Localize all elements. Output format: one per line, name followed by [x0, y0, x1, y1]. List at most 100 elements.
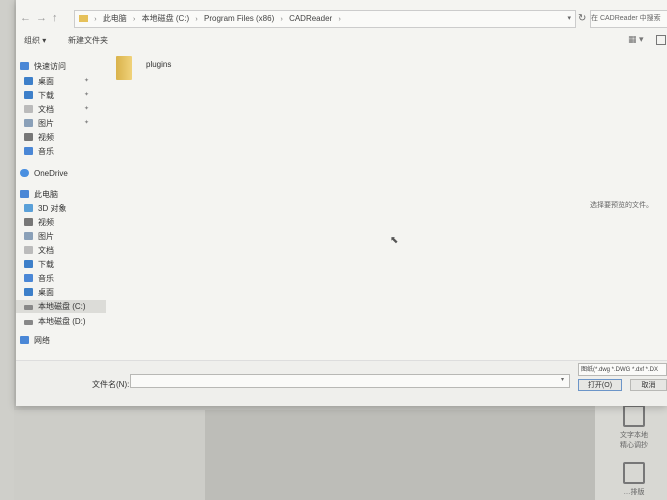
nav-label: 图片 [38, 232, 54, 241]
address-bar[interactable]: › 此电脑 › 本地磁盘 (C:) › Program Files (x86) … [74, 10, 576, 28]
nav-label: 快速访问 [34, 62, 66, 71]
breadcrumb-local-disk-c[interactable]: 本地磁盘 (C:) [142, 14, 190, 23]
forward-button[interactable]: → [36, 12, 47, 24]
new-folder-button[interactable]: 新建文件夹 [68, 35, 108, 46]
refresh-icon[interactable]: ↻ [578, 13, 586, 24]
background-tool-2[interactable]: …排版 [614, 462, 654, 497]
chevron-down-icon[interactable]: ▾ [561, 376, 564, 383]
organize-button[interactable]: 组织 ▾ [24, 35, 46, 46]
nav-label: 视频 [38, 218, 54, 227]
nav-label: 本地磁盘 (D:) [38, 317, 86, 326]
cancel-button[interactable]: 取消 [630, 379, 667, 391]
nav-item-local-disk-d[interactable]: 本地磁盘 (D:) [24, 315, 86, 328]
nav-onedrive[interactable]: OneDrive [20, 167, 68, 180]
open-button[interactable]: 打开(O) [578, 379, 622, 391]
cloud-icon [20, 169, 29, 177]
nav-label: OneDrive [34, 169, 68, 178]
drive-icon [24, 305, 33, 310]
nav-label: 桌面 [38, 77, 54, 86]
nav-item-downloads[interactable]: 下载 ✦ [24, 89, 89, 102]
nav-item-pc-pictures[interactable]: 图片 [24, 230, 54, 243]
back-button[interactable]: ← [20, 12, 31, 24]
picture-icon [24, 232, 33, 240]
picture-icon [24, 119, 33, 127]
table-icon [623, 405, 645, 427]
nav-item-music[interactable]: 音乐 [24, 145, 54, 158]
video-icon [24, 133, 33, 141]
nav-label: 音乐 [38, 274, 54, 283]
pin-icon: ✦ [84, 92, 90, 98]
nav-item-pc-documents[interactable]: 文档 [24, 244, 54, 257]
nav-this-pc[interactable]: 此电脑 [20, 188, 58, 201]
nav-item-pc-desktop[interactable]: 桌面 [24, 286, 54, 299]
file-name: plugins [146, 60, 172, 69]
up-button[interactable]: ↑ [52, 12, 58, 24]
nav-item-3d-objects[interactable]: 3D 对象 [24, 202, 66, 215]
breadcrumb-program-files[interactable]: Program Files (x86) [204, 14, 274, 23]
background-tool-1[interactable]: 文字本地 精心调抄 [614, 405, 654, 450]
nav-label: 桌面 [38, 288, 54, 297]
navigation-pane: 快速访问 桌面 ✦ 下载 ✦ 文档 ✦ 图片 ✦ 视频 音乐 OneDrive 此电脑 … [16, 56, 106, 356]
desktop-icon [24, 77, 33, 85]
view-options-icon[interactable]: ▦ ▾ [628, 34, 644, 45]
nav-label: 网络 [34, 336, 50, 345]
filetype-select[interactable]: 图纸(*.dwg *.DWG *.dxf *.DX [578, 363, 667, 376]
nav-item-desktop[interactable]: 桌面 ✦ [24, 75, 89, 88]
breadcrumb-separator: › [195, 16, 198, 23]
computer-icon [20, 190, 29, 198]
music-icon [24, 274, 33, 282]
nav-item-pc-downloads[interactable]: 下载 [24, 258, 54, 271]
nav-label: 图片 [38, 119, 54, 128]
breadcrumb-cadreader[interactable]: CADReader [289, 14, 332, 23]
background-bottom-panel [205, 410, 595, 500]
background-tool-2-label: …排版 [623, 489, 645, 496]
document-icon [24, 246, 33, 254]
background-tool-1-label: 文字本地 精心调抄 [620, 432, 648, 449]
nav-label: 文档 [38, 246, 54, 255]
pin-icon: ✦ [84, 106, 90, 112]
nav-item-pc-videos[interactable]: 视频 [24, 216, 54, 229]
preview-pane-icon[interactable] [656, 35, 666, 45]
video-icon [24, 218, 33, 226]
image-icon [623, 462, 645, 484]
cube-icon [24, 204, 33, 212]
nav-label: 本地磁盘 (C:) [38, 302, 86, 311]
file-list: plugins [112, 50, 667, 360]
download-icon [24, 260, 33, 268]
filename-input[interactable] [130, 374, 570, 388]
nav-label: 文档 [38, 105, 54, 114]
network-icon [20, 336, 29, 344]
chevron-down-icon[interactable]: ▾ [567, 11, 571, 27]
nav-network[interactable]: 网络 [20, 334, 50, 347]
address-row: ← → ↑ › 此电脑 › 本地磁盘 (C:) › Program Files … [16, 8, 667, 30]
drive-icon [24, 320, 33, 325]
star-icon [20, 62, 29, 70]
nav-item-documents[interactable]: 文档 ✦ [24, 103, 89, 116]
breadcrumb-separator: › [280, 16, 283, 23]
search-box[interactable]: 在 CADReader 中搜索 [590, 10, 667, 28]
nav-label: 下载 [38, 91, 54, 100]
pin-icon: ✦ [84, 120, 90, 126]
nav-item-pictures[interactable]: 图片 ✦ [24, 117, 89, 130]
breadcrumb-this-pc[interactable]: 此电脑 [103, 14, 127, 23]
mouse-cursor-icon: ⬉ [390, 235, 399, 246]
breadcrumb-separator: › [133, 16, 136, 23]
download-icon [24, 91, 33, 99]
bottom-bar: 文件名(N): ▾ 图纸(*.dwg *.DWG *.dxf *.DX 打开(O… [16, 360, 667, 406]
pin-icon: ✦ [84, 78, 90, 84]
nav-item-videos[interactable]: 视频 [24, 131, 54, 144]
filename-label: 文件名(N): [92, 380, 130, 389]
nav-item-pc-music[interactable]: 音乐 [24, 272, 54, 285]
music-icon [24, 147, 33, 155]
folder-icon [116, 56, 132, 80]
document-icon [24, 105, 33, 113]
open-file-dialog: ← → ↑ › 此电脑 › 本地磁盘 (C:) › Program Files … [16, 0, 667, 406]
nav-label: 视频 [38, 133, 54, 142]
nav-label: 此电脑 [34, 190, 58, 199]
toolbar: 组织 ▾ 新建文件夹 ▦ ▾ [16, 32, 667, 48]
breadcrumb-separator: › [94, 16, 97, 23]
nav-item-local-disk-c[interactable]: 本地磁盘 (C:) [16, 300, 106, 313]
background-left-strip [0, 0, 14, 500]
nav-quick-access[interactable]: 快速访问 [20, 60, 66, 73]
search-input[interactable]: 在 CADReader 中搜索 [591, 15, 661, 22]
